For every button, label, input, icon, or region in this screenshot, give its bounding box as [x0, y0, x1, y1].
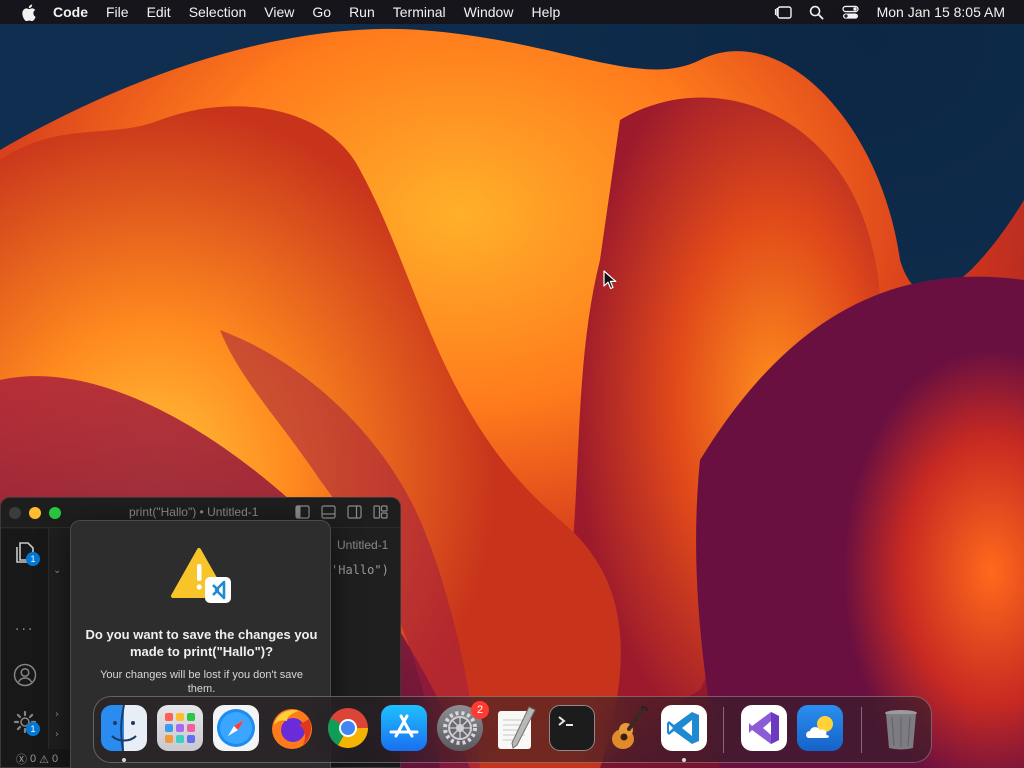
- menu-go[interactable]: Go: [303, 0, 340, 24]
- chevron-down-icon[interactable]: ⌄: [53, 565, 61, 576]
- garageband-icon: [605, 705, 651, 751]
- stage-manager-icon[interactable]: [773, 4, 793, 20]
- dialog-title: Do you want to save the changes you made…: [85, 627, 318, 659]
- terminal-icon: [549, 705, 595, 751]
- dock-separator: [861, 707, 862, 753]
- explorer-badge: 1: [26, 552, 40, 566]
- menu-bar: Code File Edit Selection View Go Run Ter…: [0, 0, 1024, 24]
- menu-terminal[interactable]: Terminal: [384, 0, 455, 24]
- customize-layout-icon[interactable]: [373, 505, 388, 519]
- toggle-primary-sidebar-icon[interactable]: [295, 505, 310, 519]
- dock-system-settings[interactable]: 2: [437, 701, 489, 751]
- dock-finder[interactable]: [101, 705, 147, 751]
- more-icon[interactable]: ···: [15, 622, 34, 638]
- window-title: print("Hallo") • Untitled-1: [129, 505, 259, 519]
- spotlight-search-icon[interactable]: [807, 4, 827, 20]
- dock-visual-studio[interactable]: [741, 705, 787, 751]
- app-store-icon: [381, 705, 427, 751]
- error-count[interactable]: 0: [30, 753, 36, 765]
- dock-firefox[interactable]: [269, 705, 315, 751]
- dock-garageband[interactable]: [605, 705, 651, 751]
- dialog-message: Your changes will be lost if you don't s…: [100, 669, 303, 695]
- chevron-right-icon[interactable]: ›: [55, 709, 59, 720]
- chrome-icon: [325, 705, 371, 751]
- warning-count[interactable]: 0: [52, 753, 58, 765]
- visual-studio-icon: [741, 705, 787, 751]
- apple-menu-icon[interactable]: [19, 3, 37, 21]
- safari-icon: [213, 705, 259, 751]
- accounts-icon[interactable]: [12, 662, 38, 688]
- window-minimize-button[interactable]: [29, 507, 41, 519]
- textedit-icon: [493, 705, 539, 751]
- mouse-pointer-icon: [603, 270, 617, 290]
- dock-chrome[interactable]: [325, 705, 371, 751]
- trash-icon: [878, 705, 924, 751]
- window-zoom-button[interactable]: [49, 507, 61, 519]
- warning-icon[interactable]: ⚠: [39, 753, 49, 766]
- dock-weather[interactable]: [797, 705, 843, 751]
- notification-badge: 2: [471, 701, 489, 719]
- finder-icon: [101, 705, 147, 751]
- settings-badge: 1: [26, 722, 40, 736]
- menu-edit[interactable]: Edit: [138, 0, 180, 24]
- menu-selection[interactable]: Selection: [180, 0, 256, 24]
- finder-running-indicator: [122, 758, 126, 762]
- menu-extras: Mon Jan 15 8:05 AM: [766, 0, 1024, 24]
- menu-run[interactable]: Run: [340, 0, 384, 24]
- vscode-icon: [661, 705, 707, 751]
- dock-app-store[interactable]: [381, 705, 427, 751]
- weather-icon: [797, 705, 843, 751]
- error-icon[interactable]: Ⓧ: [16, 751, 27, 767]
- dock-launchpad[interactable]: [157, 705, 203, 751]
- firefox-icon: [269, 705, 315, 751]
- dock-safari[interactable]: [213, 705, 259, 751]
- chevron-right-icon[interactable]: ›: [55, 729, 59, 740]
- code-line[interactable]: 'Hallo"): [331, 563, 389, 577]
- dock-separator: [723, 707, 724, 753]
- vscode-running-indicator: [682, 758, 686, 762]
- dock-trash[interactable]: [878, 705, 924, 751]
- dock: 2: [93, 696, 932, 763]
- menu-help[interactable]: Help: [522, 0, 569, 24]
- toggle-panel-icon[interactable]: [321, 505, 336, 519]
- menu-file[interactable]: File: [97, 0, 138, 24]
- menu-app-name[interactable]: Code: [53, 0, 97, 24]
- menu-window[interactable]: Window: [455, 0, 523, 24]
- menu-view[interactable]: View: [255, 0, 303, 24]
- control-center-icon[interactable]: [841, 4, 861, 20]
- menu-clock[interactable]: Mon Jan 15 8:05 AM: [877, 4, 1005, 20]
- launchpad-icon: [157, 705, 203, 751]
- window-close-button[interactable]: [9, 507, 21, 519]
- editor-tab-label[interactable]: Untitled-1: [337, 538, 388, 552]
- warning-vscode-icon: [171, 548, 231, 603]
- dock-terminal[interactable]: [549, 705, 595, 751]
- activity-bar: 1 ⌄ ··· 1 › ›: [1, 529, 61, 767]
- dock-vscode[interactable]: [661, 705, 707, 751]
- dock-textedit[interactable]: [493, 705, 539, 751]
- toggle-secondary-sidebar-icon[interactable]: [347, 505, 362, 519]
